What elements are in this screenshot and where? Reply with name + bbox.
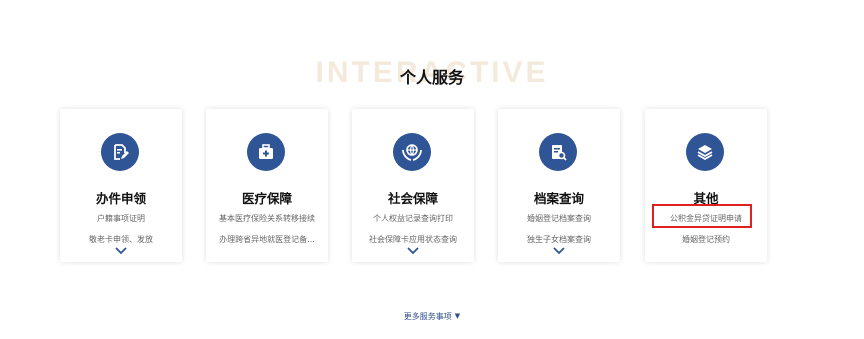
service-link[interactable]: 基本医疗保险关系转移接续 bbox=[208, 213, 326, 224]
card-title: 档案查询 bbox=[533, 191, 584, 206]
caret-down-icon: ▼ bbox=[454, 312, 461, 320]
more-services-label: 更多服务事项 bbox=[403, 312, 452, 321]
service-card-handling[interactable]: 办件申领 户籍事项证明 敬老卡申领、发放 bbox=[60, 109, 182, 262]
section-title: 个人服务 bbox=[399, 68, 464, 87]
chevron-down-icon[interactable] bbox=[407, 247, 419, 255]
service-link[interactable]: 婚姻登记预约 bbox=[647, 234, 765, 245]
globe-hands-icon bbox=[393, 133, 431, 171]
card-title: 医疗保障 bbox=[241, 191, 292, 206]
section-header: INTERACTIVE 个人服务 bbox=[0, 52, 864, 96]
chevron-down-icon[interactable] bbox=[553, 247, 565, 255]
file-search-icon bbox=[539, 133, 577, 171]
edit-document-icon bbox=[101, 133, 139, 171]
service-link[interactable]: 办理跨省异地就医登记备... bbox=[208, 234, 326, 245]
medical-kit-icon bbox=[247, 133, 285, 171]
service-link[interactable]: 敬老卡申领、发放 bbox=[62, 234, 180, 245]
service-link[interactable]: 户籍事项证明 bbox=[62, 213, 180, 224]
service-link[interactable]: 独生子女档案查询 bbox=[500, 234, 618, 245]
service-card-social[interactable]: 社会保障 个人权益记录查询打印 社会保障卡应用状态查询 bbox=[352, 109, 474, 262]
chevron-down-icon[interactable] bbox=[115, 247, 127, 255]
service-card-other[interactable]: 其他 公积金异贷证明申请 婚姻登记预约 bbox=[645, 109, 767, 262]
more-services-link[interactable]: 更多服务事项 ▼ bbox=[0, 311, 864, 322]
highlight-box bbox=[652, 204, 752, 228]
service-link[interactable]: 个人权益记录查询打印 bbox=[354, 213, 472, 224]
service-cards: 办件申领 户籍事项证明 敬老卡申领、发放 医疗保障 基本医疗保险关系转移接续 办… bbox=[58, 109, 768, 264]
service-card-medical[interactable]: 医疗保障 基本医疗保险关系转移接续 办理跨省异地就医登记备... bbox=[206, 109, 328, 262]
service-card-archives[interactable]: 档案查询 婚姻登记档案查询 独生子女档案查询 bbox=[498, 109, 620, 262]
service-link[interactable]: 婚姻登记档案查询 bbox=[500, 213, 618, 224]
service-link[interactable]: 社会保障卡应用状态查询 bbox=[354, 234, 472, 245]
card-title: 办件申领 bbox=[95, 191, 146, 206]
layers-icon bbox=[686, 133, 724, 171]
card-title: 社会保障 bbox=[387, 191, 438, 206]
